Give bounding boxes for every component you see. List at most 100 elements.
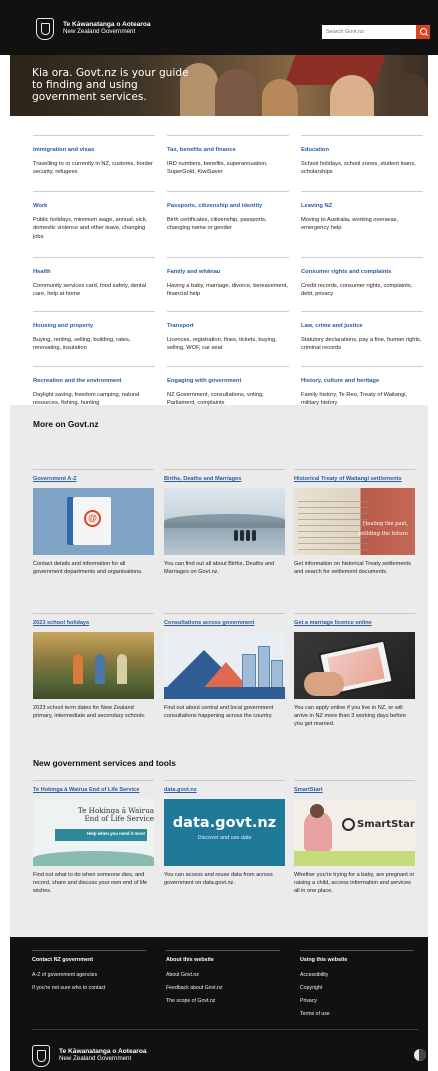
footer-link[interactable]: A-Z of government agencies: [32, 972, 146, 978]
topic-description: Credit records, consumer rights, complai…: [301, 283, 413, 298]
card-link[interactable]: Consultations across government: [164, 620, 285, 626]
topic-description: Community services card, food safety, de…: [33, 283, 147, 298]
footer-link[interactable]: Privacy: [300, 998, 414, 1004]
topic-description: Travelling to or currently in NZ, custom…: [33, 161, 153, 176]
card-description: 2023 school term dates for New Zealand p…: [33, 705, 146, 719]
card-link[interactable]: 2023 school holidays: [33, 620, 154, 626]
topic-item: Leaving NZ Moving to Australia, working o…: [301, 191, 423, 233]
coat-of-arms-icon: [32, 1045, 50, 1067]
topic-item: Housing and property Buying, renting, sel…: [33, 311, 155, 353]
image-text: data.govt.nz: [172, 815, 277, 831]
topic-link[interactable]: Transport: [167, 323, 289, 329]
card-description: Get information on historical Treaty set…: [294, 561, 411, 575]
footer-link[interactable]: Feedback about Govt.nz: [166, 985, 280, 991]
card-image[interactable]: Te Hokinga ā Wairua End of Life Service …: [33, 799, 154, 866]
more-section: More on Govt.nz Government A-Z @ Contact…: [10, 405, 428, 937]
topic-link[interactable]: Leaving NZ: [301, 203, 423, 209]
topic-link[interactable]: Family and whānau: [167, 269, 289, 275]
illustration-building: [242, 654, 256, 688]
photo-hill: [164, 514, 285, 528]
footer-heading: About this website: [166, 957, 214, 963]
card-image[interactable]: [164, 632, 285, 699]
footer-link[interactable]: The scope of Govt.nz: [166, 998, 280, 1004]
card-description: Find out about central and local governm…: [164, 705, 274, 719]
illustration-building: [258, 646, 270, 688]
photo-hand: [304, 672, 344, 696]
hero-photo-person: [262, 79, 298, 116]
illustration-building: [271, 660, 283, 688]
topic-description: Licences, registration, fines, tickets, …: [167, 337, 277, 352]
topic-description: School holidays, school zones, student l…: [301, 161, 416, 176]
hero-photo-roof: [284, 55, 386, 85]
topic-link[interactable]: Work: [33, 203, 155, 209]
card-link[interactable]: Te Hokinga ā Wairua End of Life Service: [33, 787, 154, 793]
topic-link[interactable]: Immigration and visas: [33, 147, 155, 153]
illustration-grass: [294, 851, 415, 866]
card-link[interactable]: Government A-Z: [33, 476, 154, 482]
card-description: Whether you're trying for a baby, are pr…: [294, 872, 415, 894]
card-image[interactable]: [164, 488, 285, 555]
site-header: Te Kāwanatanga o Aotearoa New Zealand Go…: [0, 0, 438, 55]
topic-item: Family and whānau Having a baby, marriage…: [167, 257, 289, 299]
logo-line2: New Zealand Government: [63, 28, 136, 36]
photo-person: [240, 530, 244, 541]
card-link[interactable]: data.govt.nz: [164, 787, 285, 793]
footer-link[interactable]: Accessibility: [300, 972, 414, 978]
topic-link[interactable]: Education: [301, 147, 423, 153]
globe-icon[interactable]: [414, 1049, 426, 1061]
footer-column: About this website About Govt.nz Feedbac…: [166, 950, 280, 1011]
card-image[interactable]: @: [33, 488, 154, 555]
footer-heading: Using this website: [300, 957, 348, 963]
service-card: Te Hokinga ā Wairua End of Life Service …: [33, 780, 154, 896]
topic-link[interactable]: Recreation and the environment: [33, 378, 155, 384]
hero-banner: Kia ora. Govt.nz is your guide to findin…: [10, 55, 428, 116]
search-button[interactable]: [416, 25, 430, 39]
feature-card: Births, Deaths and Marriages You can fin…: [164, 469, 285, 577]
topic-item: Recreation and the environment Daylight s…: [33, 366, 155, 408]
services-heading: New government services and tools: [33, 758, 176, 768]
hero-photo-person: [330, 75, 374, 116]
coat-of-arms-icon: [36, 18, 54, 40]
topic-item: Tax, benefits and finance IRD numbers, be…: [167, 135, 289, 177]
topic-link[interactable]: Law, crime and justice: [301, 323, 423, 329]
topic-link[interactable]: Consumer rights and complaints: [301, 269, 423, 275]
card-link[interactable]: Births, Deaths and Marriages: [164, 476, 285, 482]
service-card: SmartStart SmartStart Whether you're try…: [294, 780, 415, 896]
topic-link[interactable]: Housing and property: [33, 323, 155, 329]
card-link[interactable]: SmartStart: [294, 787, 415, 793]
card-description: Contact details and information for all …: [33, 561, 143, 575]
card-link[interactable]: Get a marriage licence online: [294, 620, 415, 626]
topic-description: Buying, renting, selling, building, rate…: [33, 337, 131, 352]
topic-link[interactable]: Tax, benefits and finance: [167, 147, 289, 153]
card-image[interactable]: Healing the past, building the future: [294, 488, 415, 555]
illustration-hill: [33, 851, 154, 866]
card-image[interactable]: [33, 632, 154, 699]
image-overlay-text: building the future: [358, 530, 408, 537]
govt-logo[interactable]: Te Kāwanatanga o Aotearoa New Zealand Go…: [36, 18, 151, 40]
topic-description: Birth certificates, citizenship, passpor…: [167, 217, 267, 232]
card-image[interactable]: data.govt.nz Discover and use data: [164, 799, 285, 866]
image-text: Discover and use data: [197, 835, 252, 841]
footer-logo[interactable]: Te Kāwanatanga o Aotearoa New Zealand Go…: [32, 1045, 147, 1067]
topic-description: Public holidays, minimum wage, annual, s…: [33, 217, 148, 240]
footer-link[interactable]: If you're not sure who to contact: [32, 985, 146, 991]
topic-description: Moving to Australia, working overseas, e…: [301, 217, 399, 232]
topic-link[interactable]: History, culture and heritage: [301, 378, 423, 384]
search-input[interactable]: [322, 25, 416, 39]
footer-link[interactable]: About Govt.nz: [166, 972, 280, 978]
card-image[interactable]: SmartStart: [294, 799, 415, 866]
topic-link[interactable]: Health: [33, 269, 155, 275]
card-image[interactable]: [294, 632, 415, 699]
topic-item: Health Community services card, food safe…: [33, 257, 155, 299]
card-link[interactable]: Historical Treaty of Waitangi settlement…: [294, 476, 415, 482]
photo-child: [95, 654, 105, 684]
topic-link[interactable]: Passports, citizenship and identity: [167, 203, 289, 209]
footer-link[interactable]: Terms of use: [300, 1011, 414, 1017]
topic-description: Having a baby, marriage, divorce, bereav…: [167, 283, 288, 298]
topic-link[interactable]: Engaging with government: [167, 378, 289, 384]
image-overlay-text: Healing the past,: [362, 521, 408, 527]
card-description: You can find out all about Births, Death…: [164, 561, 275, 575]
footer-column: Using this website Accessibility Copyrig…: [300, 950, 414, 1024]
footer-divider: [32, 1029, 418, 1030]
footer-link[interactable]: Copyright: [300, 985, 414, 991]
